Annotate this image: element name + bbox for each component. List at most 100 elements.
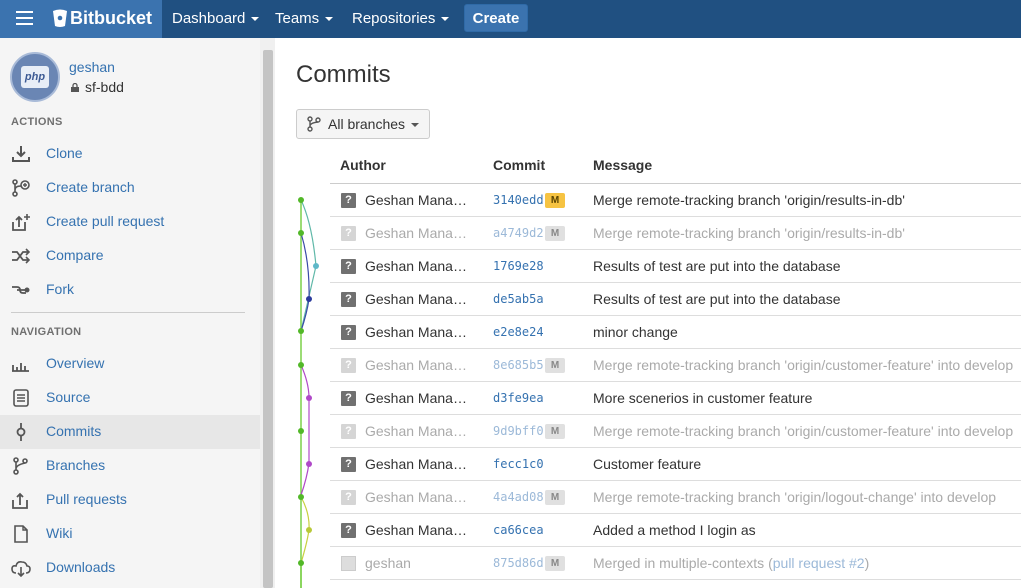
menu-icon[interactable] bbox=[16, 11, 33, 25]
commit-hash-link[interactable]: 8e685b5 bbox=[493, 358, 544, 372]
brand-area: Bitbucket bbox=[0, 0, 162, 38]
commit-message: Added a method I login as bbox=[593, 522, 756, 538]
branch-filter-dropdown[interactable]: All branches bbox=[296, 109, 430, 139]
chevron-down-icon bbox=[411, 123, 419, 127]
merge-badge: M bbox=[545, 226, 565, 241]
clone-icon bbox=[12, 146, 30, 162]
merge-badge: M bbox=[545, 193, 565, 208]
commit-author[interactable]: geshan bbox=[365, 555, 473, 571]
create-button[interactable]: Create bbox=[464, 4, 528, 32]
commit-author: Geshan Manandhar bbox=[365, 324, 473, 340]
commit-row[interactable]: ? Geshan Manandhar d3fe9ea More scenerio… bbox=[330, 382, 1021, 415]
wiki-icon bbox=[14, 525, 28, 543]
commit-author: Geshan Manandhar bbox=[365, 390, 473, 406]
pull-request-link[interactable]: pull request #2 bbox=[773, 555, 865, 571]
commit-message: Merge remote-tracking branch 'origin/cus… bbox=[593, 423, 1014, 439]
commit-author: Geshan Manandhar bbox=[365, 456, 473, 472]
source-icon bbox=[13, 389, 29, 407]
commit-row[interactable]: ? Geshan Manandhar 3140edd M Merge remot… bbox=[330, 184, 1021, 217]
sidebar-item-create-pull-request[interactable]: Create pull request bbox=[0, 205, 260, 239]
commit-row[interactable]: ? Geshan Manandhar 1769e28 Results of te… bbox=[330, 250, 1021, 283]
nav-dashboard[interactable]: Dashboard bbox=[172, 10, 260, 27]
commit-message: Merge remote-tracking branch 'origin/log… bbox=[593, 489, 997, 505]
lock-icon bbox=[71, 83, 79, 92]
chevron-down-icon bbox=[441, 17, 450, 22]
commit-message: Merged in multiple-contexts (pull reques… bbox=[593, 555, 870, 571]
column-header-author: Author bbox=[340, 157, 386, 173]
sidebar-item-compare[interactable]: Compare bbox=[0, 239, 260, 273]
commit-message: Merge remote-tracking branch 'origin/cus… bbox=[593, 357, 1014, 373]
commit-row[interactable]: ? Geshan Manandhar 8e685b5 M Merge remot… bbox=[330, 349, 1021, 382]
commit-row[interactable]: ? Geshan Manandhar a4749d2 M Merge remot… bbox=[330, 217, 1021, 250]
create-branch-icon bbox=[12, 179, 30, 197]
commit-message: minor change bbox=[593, 324, 678, 340]
commit-author: Geshan Manandhar bbox=[365, 522, 473, 538]
commit-graph bbox=[298, 197, 319, 588]
unknown-user-icon: ? bbox=[341, 457, 356, 472]
commit-hash-link[interactable]: d3fe9ea bbox=[493, 391, 544, 405]
brand-name[interactable]: Bitbucket bbox=[70, 8, 152, 29]
commit-hash-link[interactable]: 9d9bff0 bbox=[493, 424, 544, 438]
navigation-heading: NAVIGATION bbox=[11, 326, 82, 338]
sidebar-item-wiki[interactable]: Wiki bbox=[0, 517, 260, 551]
unknown-user-icon: ? bbox=[341, 358, 356, 373]
column-header-message: Message bbox=[593, 157, 653, 173]
commit-hash-link[interactable]: de5ab5a bbox=[493, 292, 544, 306]
nav-teams[interactable]: Teams bbox=[275, 10, 334, 27]
commit-message: Results of test are put into the databas… bbox=[593, 258, 841, 274]
unknown-user-icon: ? bbox=[341, 259, 356, 274]
commit-message: Results of test are put into the databas… bbox=[593, 291, 841, 307]
repo-name[interactable]: sf-bdd bbox=[85, 79, 124, 95]
fork-icon bbox=[12, 286, 30, 294]
commit-row[interactable]: ? Geshan Manandhar de5ab5a Results of te… bbox=[330, 283, 1021, 316]
repo-owner-link[interactable]: geshan bbox=[69, 59, 115, 75]
commit-author: Geshan Manandhar bbox=[365, 357, 473, 373]
pull-requests-icon bbox=[12, 492, 28, 509]
commit-row[interactable]: ? Geshan Manandhar 9d9bff0 M Merge remot… bbox=[330, 415, 1021, 448]
compare-icon bbox=[12, 248, 31, 264]
chevron-down-icon bbox=[251, 17, 260, 22]
commits-icon bbox=[16, 423, 26, 441]
sidebar-item-branches[interactable]: Branches bbox=[0, 449, 260, 483]
page-title: Commits bbox=[296, 61, 391, 88]
sidebar-item-create-branch[interactable]: Create branch bbox=[0, 171, 260, 205]
unknown-user-icon: ? bbox=[341, 325, 356, 340]
commit-hash-link[interactable]: ca66cea bbox=[493, 523, 544, 537]
repo-avatar[interactable]: php bbox=[10, 52, 60, 102]
commit-hash-link[interactable]: 4a4ad08 bbox=[493, 490, 544, 504]
nav-repositories[interactable]: Repositories bbox=[352, 10, 450, 27]
commit-message: Merge remote-tracking branch 'origin/res… bbox=[593, 192, 905, 208]
commit-row[interactable]: ? Geshan Manandhar e2e8e24 minor change bbox=[330, 316, 1021, 349]
actions-heading: ACTIONS bbox=[11, 116, 63, 128]
sidebar-item-clone[interactable]: Clone bbox=[0, 137, 260, 171]
sidebar-item-fork[interactable]: Fork bbox=[0, 273, 260, 307]
sidebar-scrollbar-thumb[interactable] bbox=[263, 50, 273, 588]
commit-hash-link[interactable]: 875d86d bbox=[493, 556, 544, 570]
commit-row[interactable]: ? Geshan Manandhar ca66cea Added a metho… bbox=[330, 514, 1021, 547]
merge-badge: M bbox=[545, 358, 565, 373]
unknown-user-icon: ? bbox=[341, 490, 356, 505]
branches-icon bbox=[13, 457, 28, 475]
commit-hash-link[interactable]: fecc1c0 bbox=[493, 457, 544, 471]
commit-row[interactable]: ? Geshan Manandhar fecc1c0 Customer feat… bbox=[330, 448, 1021, 481]
commit-hash-link[interactable]: 3140edd bbox=[493, 193, 544, 207]
unknown-user-icon: ? bbox=[341, 193, 356, 208]
commit-hash-link[interactable]: 1769e28 bbox=[493, 259, 544, 273]
merge-badge: M bbox=[545, 490, 565, 505]
commit-row[interactable]: geshan 875d86d M Merged in multiple-cont… bbox=[330, 547, 1021, 580]
sidebar-item-pull-requests[interactable]: Pull requests bbox=[0, 483, 260, 517]
sidebar-item-commits[interactable]: Commits bbox=[0, 415, 260, 449]
branch-icon bbox=[307, 116, 321, 132]
commit-hash-link[interactable]: e2e8e24 bbox=[493, 325, 544, 339]
commit-row[interactable]: ? Geshan Manandhar 4a4ad08 M Merge remot… bbox=[330, 481, 1021, 514]
sidebar-item-downloads[interactable]: Downloads bbox=[0, 551, 260, 585]
user-avatar[interactable] bbox=[341, 556, 356, 571]
commit-hash-link[interactable]: a4749d2 bbox=[493, 226, 544, 240]
unknown-user-icon: ? bbox=[341, 523, 356, 538]
sidebar-item-source[interactable]: Source bbox=[0, 381, 260, 415]
commit-message: More scenerios in customer feature bbox=[593, 390, 813, 406]
sidebar-item-overview[interactable]: Overview bbox=[0, 347, 260, 381]
create-pull-request-icon bbox=[12, 214, 30, 231]
merge-badge: M bbox=[545, 556, 565, 571]
commit-author: Geshan Manandhar bbox=[365, 489, 473, 505]
